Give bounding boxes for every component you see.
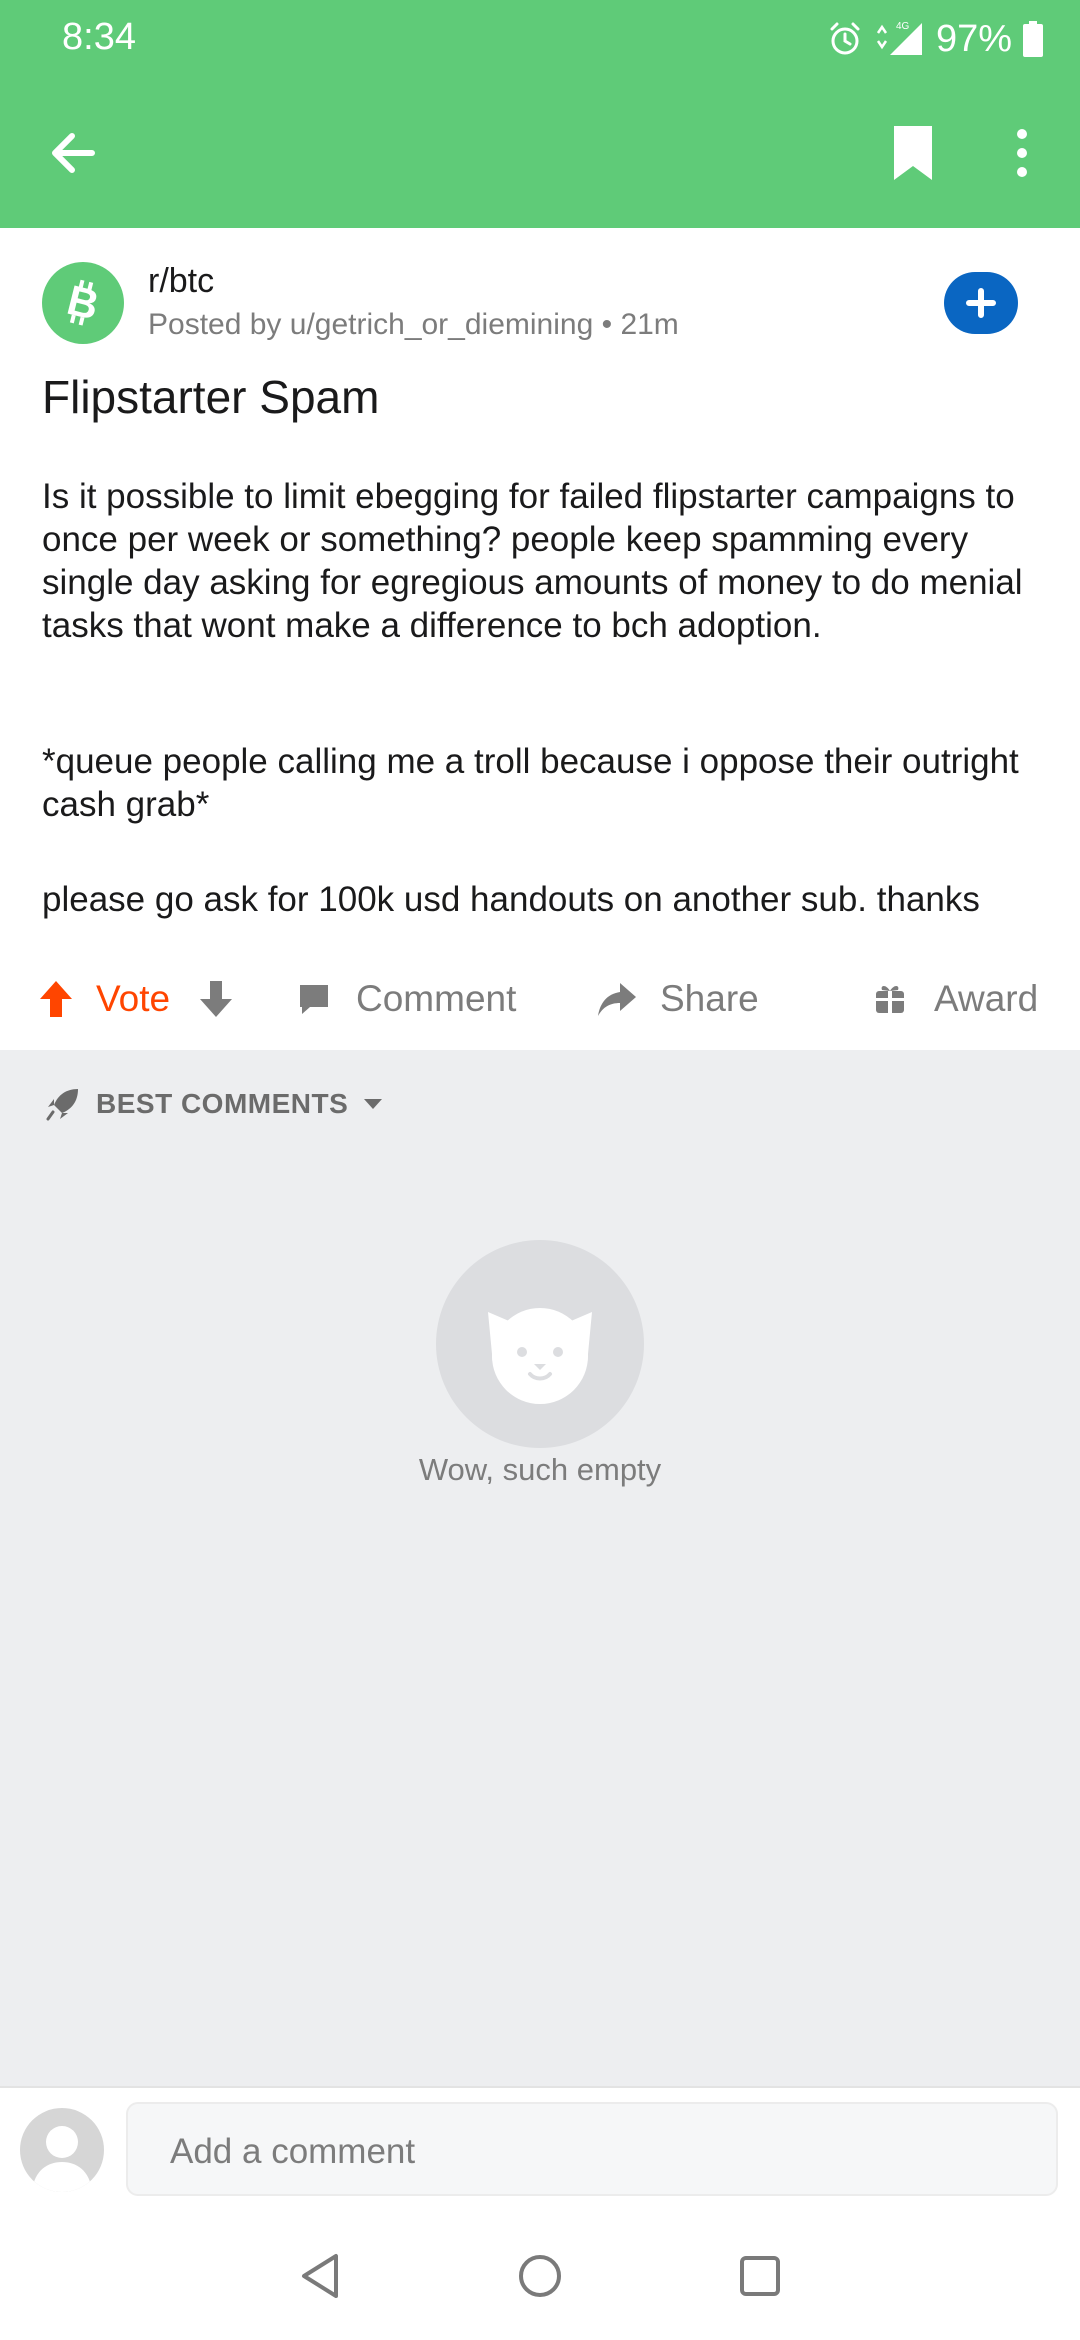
award-button[interactable]: Award bbox=[872, 974, 1038, 1024]
post-body-paragraph: Is it possible to limit ebegging for fai… bbox=[42, 477, 1023, 645]
subreddit-avatar[interactable]: B bbox=[42, 262, 124, 344]
empty-state-text: Wow, such empty bbox=[418, 1452, 662, 1487]
battery-icon bbox=[1023, 21, 1043, 57]
upvote-button[interactable] bbox=[36, 974, 76, 1024]
comments-section bbox=[0, 1050, 1080, 2086]
join-subreddit-button[interactable] bbox=[944, 272, 1018, 334]
back-arrow-icon bbox=[52, 133, 95, 173]
nav-back-button[interactable] bbox=[292, 2246, 352, 2306]
comment-bubble-icon bbox=[300, 985, 328, 1014]
back-button[interactable] bbox=[40, 118, 110, 188]
nav-recents-square-icon bbox=[740, 2256, 780, 2296]
comment-button[interactable]: Comment bbox=[296, 974, 516, 1024]
cell-signal-icon: 4G bbox=[876, 21, 922, 55]
nav-home-circle-icon bbox=[519, 2255, 561, 2297]
plus-icon bbox=[966, 288, 996, 318]
empty-state-illustration bbox=[436, 1240, 644, 1448]
top-app-bar: 8:34 4G 97% bbox=[0, 0, 1080, 228]
post-title: Flipstarter Spam bbox=[42, 371, 380, 423]
add-comment-input[interactable] bbox=[168, 2124, 1032, 2180]
nav-home-button[interactable] bbox=[510, 2246, 570, 2306]
share-label: Share bbox=[660, 978, 759, 1019]
dropdown-caret-icon bbox=[364, 1099, 383, 1109]
comment-sort-dropdown[interactable]: BEST COMMENTS bbox=[44, 1084, 384, 1124]
rocket-icon bbox=[46, 1089, 78, 1121]
share-button[interactable]: Share bbox=[596, 974, 759, 1024]
cat-face-icon bbox=[488, 1308, 592, 1404]
downvote-button[interactable] bbox=[196, 974, 236, 1024]
comment-label: Comment bbox=[356, 978, 517, 1019]
sort-label: BEST COMMENTS bbox=[96, 1088, 349, 1119]
upvote-arrow-icon bbox=[40, 981, 72, 1017]
default-avatar-icon bbox=[32, 2126, 92, 2192]
bookmark-button[interactable] bbox=[878, 118, 948, 188]
more-vertical-icon bbox=[1017, 129, 1027, 177]
nav-back-triangle-icon bbox=[302, 2254, 338, 2298]
award-label: Award bbox=[934, 978, 1039, 1019]
user-avatar[interactable] bbox=[20, 2108, 104, 2192]
status-icons: 4G 97% bbox=[826, 14, 1044, 64]
more-options-button[interactable] bbox=[1000, 118, 1050, 188]
share-arrow-icon bbox=[598, 983, 636, 1016]
post-body-paragraph: please go ask for 100k usd handouts on a… bbox=[42, 880, 980, 919]
svg-text:4G: 4G bbox=[896, 21, 910, 32]
post-meta: Posted by u/getrich_or_diemining • 21m bbox=[148, 308, 679, 341]
vote-label-container: Vote bbox=[96, 974, 170, 1024]
subreddit-name[interactable]: r/btc bbox=[148, 262, 214, 301]
vote-count: Vote bbox=[96, 978, 171, 1019]
battery-percent: 97% bbox=[935, 17, 1012, 60]
gift-icon bbox=[876, 986, 904, 1013]
alarm-icon bbox=[830, 22, 860, 55]
post-body-paragraph: *queue people calling me a troll because… bbox=[42, 742, 1019, 824]
bitcoin-cash-icon: B bbox=[63, 276, 104, 329]
bookmark-icon bbox=[894, 126, 932, 180]
comment-input-container bbox=[126, 2102, 1058, 2196]
nav-recents-button[interactable] bbox=[730, 2246, 790, 2306]
downvote-arrow-icon bbox=[200, 981, 232, 1017]
status-time: 8:34 bbox=[62, 16, 136, 58]
